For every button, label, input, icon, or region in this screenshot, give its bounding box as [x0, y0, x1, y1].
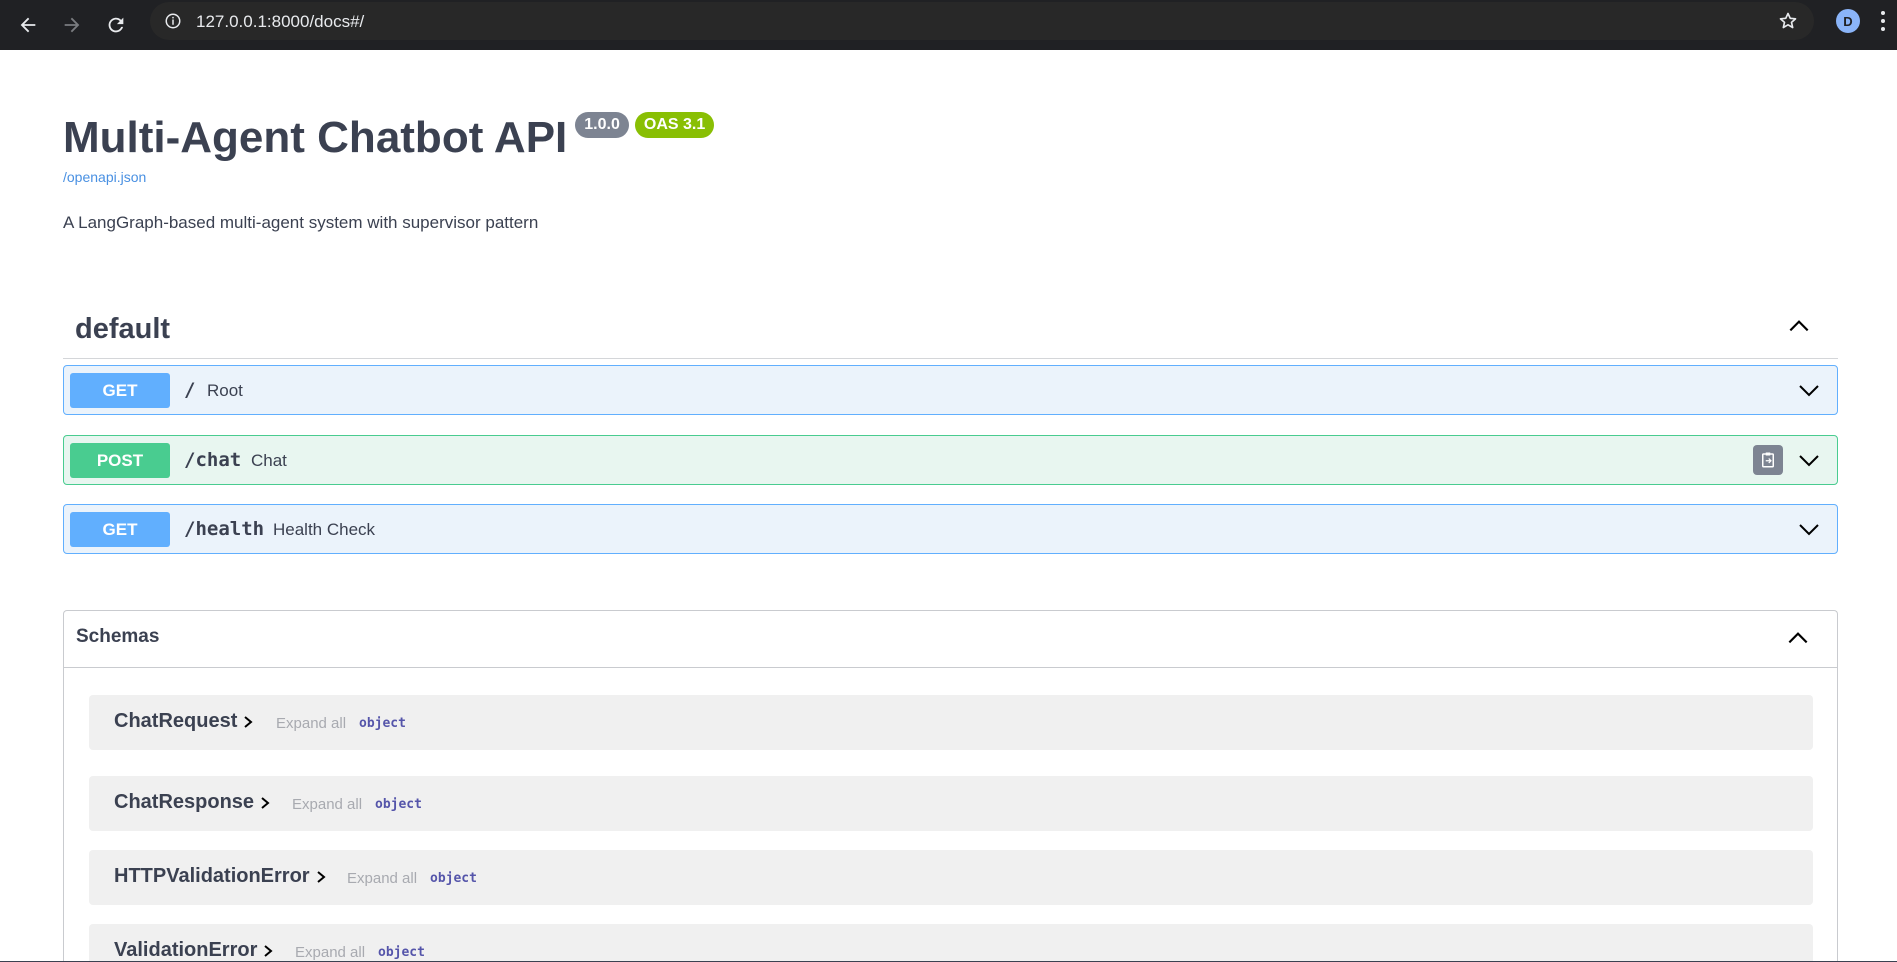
schema-type: object	[430, 871, 477, 886]
chevron-right-icon	[264, 944, 273, 957]
api-description: A LangGraph-based multi-agent system wit…	[63, 213, 539, 232]
bookmark-star-icon[interactable]	[1778, 11, 1798, 31]
expand-all-link[interactable]: Expand all	[347, 870, 417, 887]
schema-name-label: ValidationError	[114, 939, 258, 961]
version-badge: 1.0.0	[575, 112, 629, 138]
info-title-row: Multi-Agent Chatbot API 1.0.0 OAS 3.1	[63, 110, 715, 166]
browser-toolbar: 127.0.0.1:8000/docs#/ D	[0, 0, 1897, 50]
schema-name-label: HTTPValidationError	[114, 865, 310, 887]
reload-button[interactable]	[96, 5, 136, 45]
schemas-section: Schemas ChatRequest Expand all object Ch…	[63, 610, 1838, 962]
schema-item-chatresponse[interactable]: ChatResponse Expand all object	[89, 776, 1813, 831]
chevron-right-icon	[316, 870, 326, 883]
chevron-down-icon[interactable]	[1797, 517, 1821, 541]
chevron-right-icon	[244, 715, 253, 728]
method-badge: GET	[70, 512, 170, 547]
oas-badge: OAS 3.1	[634, 112, 715, 138]
chevron-down-icon[interactable]	[1797, 378, 1821, 402]
method-badge: POST	[70, 443, 170, 478]
method-badge: GET	[70, 373, 170, 408]
tag-name: default	[75, 313, 171, 345]
endpoint-path: /	[184, 379, 196, 401]
back-button[interactable]	[8, 5, 48, 45]
schema-name[interactable]: HTTPValidationError	[114, 865, 326, 888]
copy-to-clipboard-button[interactable]	[1753, 445, 1783, 475]
browser-menu-icon[interactable]	[1878, 10, 1888, 32]
opblock-get-root[interactable]: GET / Root	[63, 365, 1838, 415]
chevron-right-icon	[261, 796, 270, 809]
endpoint-summary: Root	[207, 381, 243, 400]
schema-name[interactable]: ChatRequest	[114, 710, 253, 733]
chevron-up-icon[interactable]	[1785, 625, 1811, 651]
arrow-left-icon	[20, 17, 36, 33]
chevron-up-icon[interactable]	[1786, 313, 1812, 339]
schema-type: object	[378, 945, 425, 960]
endpoint-summary: Chat	[251, 451, 287, 470]
opblock-get-health[interactable]: GET /health Health Check	[63, 504, 1838, 554]
chevron-down-icon[interactable]	[1797, 448, 1821, 472]
expand-all-link[interactable]: Expand all	[295, 944, 365, 961]
schema-name[interactable]: ValidationError	[114, 939, 273, 962]
schema-name[interactable]: ChatResponse	[114, 791, 270, 814]
expand-all-link[interactable]: Expand all	[276, 715, 346, 732]
schema-item-chatrequest[interactable]: ChatRequest Expand all object	[89, 695, 1813, 750]
address-bar[interactable]: 127.0.0.1:8000/docs#/	[150, 2, 1814, 40]
profile-avatar[interactable]: D	[1836, 9, 1860, 33]
schema-name-label: ChatResponse	[114, 791, 255, 813]
schema-item-validationerror[interactable]: ValidationError Expand all object	[89, 924, 1813, 962]
tag-section-default[interactable]: default	[63, 305, 1838, 359]
schema-item-httpvalidationerror[interactable]: HTTPValidationError Expand all object	[89, 850, 1813, 905]
endpoint-path: /chat	[184, 449, 242, 471]
arrow-right-icon	[64, 17, 80, 33]
schemas-title: Schemas	[76, 626, 160, 647]
clipboard-icon	[1762, 452, 1774, 468]
site-info-icon[interactable]	[164, 12, 182, 30]
openapi-json-link[interactable]: /openapi.json	[63, 169, 146, 185]
expand-all-link[interactable]: Expand all	[292, 796, 362, 813]
reload-icon	[108, 17, 124, 33]
url-text: 127.0.0.1:8000/docs#/	[196, 12, 365, 31]
endpoint-summary: Health Check	[273, 520, 376, 539]
forward-button[interactable]	[52, 5, 92, 45]
schema-type: object	[359, 716, 406, 731]
schema-type: object	[375, 797, 422, 812]
schema-name-label: ChatRequest	[114, 710, 238, 732]
schemas-header[interactable]: Schemas	[64, 611, 1837, 668]
opblock-post-chat[interactable]: POST /chat Chat	[63, 435, 1838, 485]
api-title: Multi-Agent Chatbot API	[63, 113, 568, 162]
endpoint-path: /health	[184, 518, 265, 540]
